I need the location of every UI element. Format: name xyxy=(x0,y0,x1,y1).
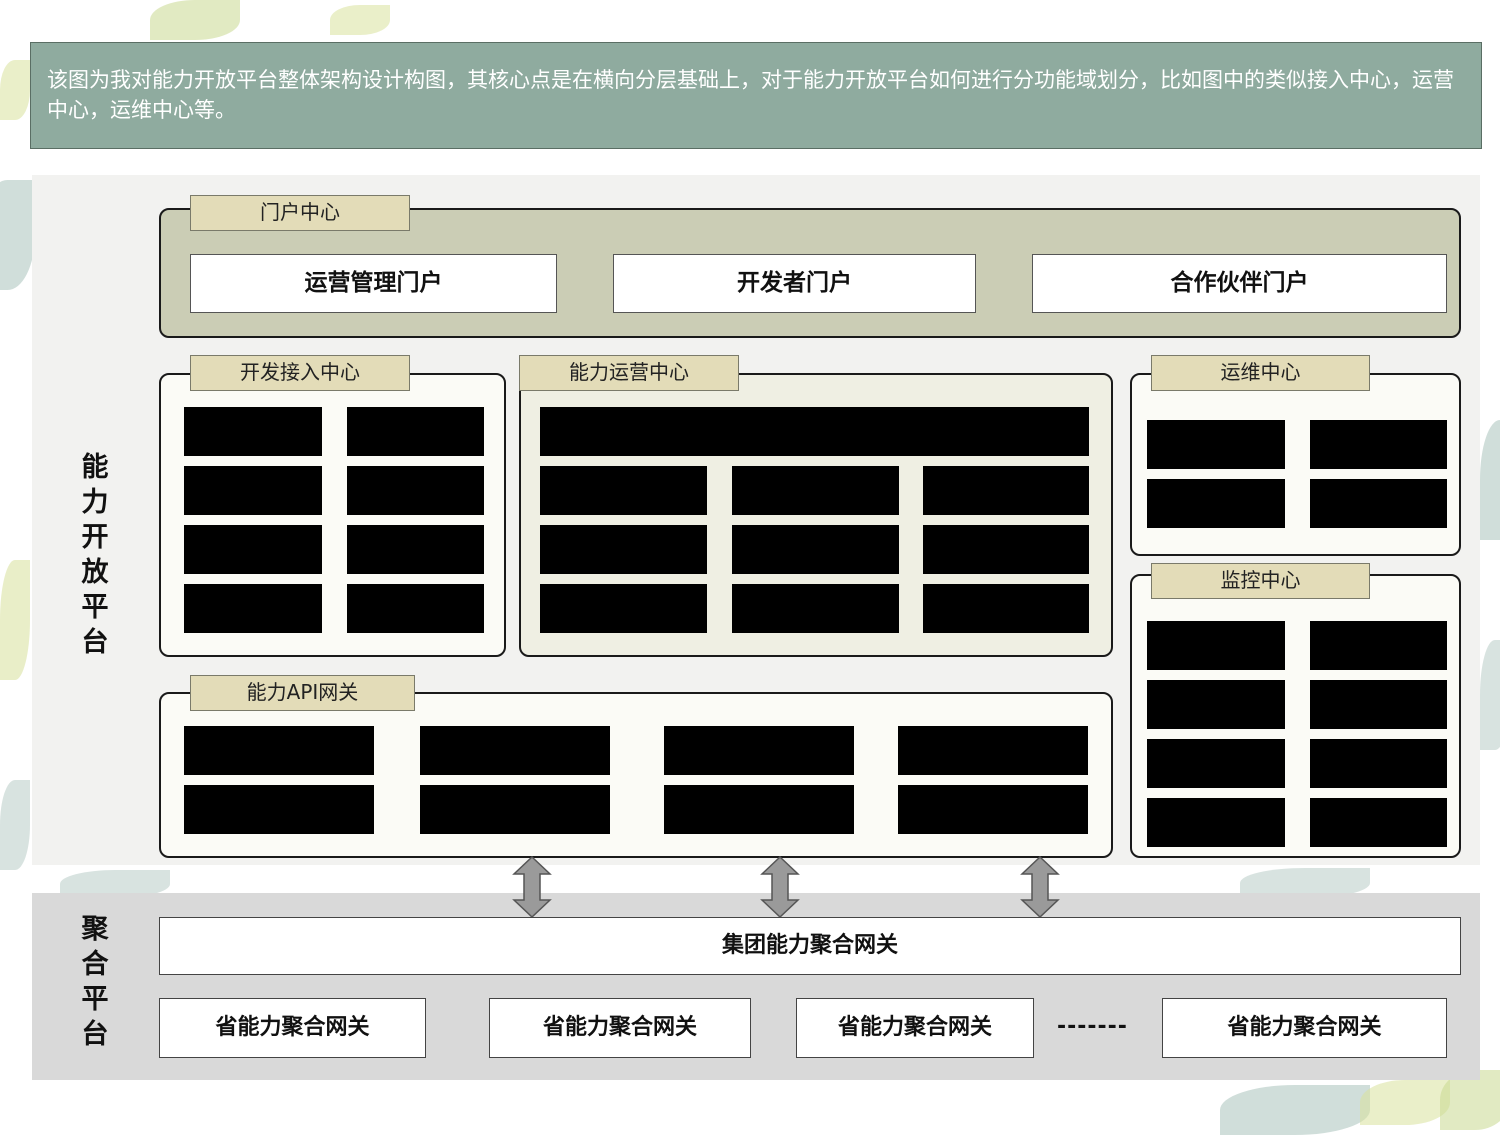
redacted-block xyxy=(732,525,899,574)
developer-portal: 开发者门户 xyxy=(613,254,976,313)
redacted-block xyxy=(540,525,707,574)
api-gateway-tag: 能力API网关 xyxy=(190,675,415,711)
redacted-block xyxy=(923,525,1089,574)
redacted-block xyxy=(184,466,322,515)
portal-center-tag: 门户中心 xyxy=(190,195,410,231)
provincial-gateway: 省能力聚合网关 xyxy=(1162,998,1447,1058)
leaf-decoration xyxy=(150,0,240,40)
redacted-block xyxy=(540,407,1089,456)
redacted-block xyxy=(898,785,1088,834)
redacted-block xyxy=(664,785,854,834)
redacted-block xyxy=(1147,479,1285,528)
double-arrow-icon xyxy=(760,856,800,918)
redacted-block xyxy=(1147,420,1285,469)
provincial-gateway: 省能力聚合网关 xyxy=(489,998,751,1058)
redacted-block xyxy=(420,785,610,834)
redacted-block xyxy=(1147,739,1285,788)
redacted-block xyxy=(898,726,1088,775)
banner-text: 该图为我对能力开放平台整体架构设计构图，其核心点是在横向分层基础上，对于能力开放… xyxy=(47,68,1454,122)
redacted-block xyxy=(1147,621,1285,670)
redacted-block xyxy=(1147,798,1285,847)
redacted-block xyxy=(347,407,484,456)
ops-center-tag: 运维中心 xyxy=(1151,355,1370,391)
ops-management-portal: 运营管理门户 xyxy=(190,254,557,313)
double-arrow-icon xyxy=(512,856,552,918)
ability-ops-center-tag: 能力运营中心 xyxy=(519,355,739,391)
description-banner: 该图为我对能力开放平台整体架构设计构图，其核心点是在横向分层基础上，对于能力开放… xyxy=(30,42,1482,149)
leaf-decoration xyxy=(1360,1080,1450,1125)
double-arrow-icon xyxy=(1020,856,1060,918)
redacted-block xyxy=(1310,798,1447,847)
provincial-gateway: 省能力聚合网关 xyxy=(796,998,1034,1058)
monitor-center-tag: 监控中心 xyxy=(1151,563,1370,599)
leaf-decoration xyxy=(0,560,30,680)
redacted-block xyxy=(923,584,1089,633)
leaf-decoration xyxy=(0,780,30,870)
redacted-block xyxy=(184,407,322,456)
leaf-decoration xyxy=(0,180,35,290)
redacted-block xyxy=(1310,621,1447,670)
leaf-decoration xyxy=(0,60,30,120)
aggregation-label: 聚合平台 xyxy=(81,914,109,1050)
redacted-block xyxy=(732,584,899,633)
partner-portal: 合作伙伴门户 xyxy=(1032,254,1447,313)
leaf-decoration xyxy=(1480,640,1500,750)
redacted-block xyxy=(540,466,707,515)
leaf-decoration xyxy=(330,5,390,35)
redacted-block xyxy=(184,525,322,574)
redacted-block xyxy=(1147,680,1285,729)
redacted-block xyxy=(184,584,322,633)
redacted-block xyxy=(347,584,484,633)
redacted-block xyxy=(184,785,374,834)
redacted-block xyxy=(347,466,484,515)
redacted-block xyxy=(347,525,484,574)
redacted-block xyxy=(1310,479,1447,528)
group-aggregation-gateway: 集团能力聚合网关 xyxy=(159,917,1461,975)
redacted-block xyxy=(1310,680,1447,729)
redacted-block xyxy=(1310,739,1447,788)
redacted-block xyxy=(664,726,854,775)
dev-access-center-tag: 开发接入中心 xyxy=(190,355,410,391)
redacted-block xyxy=(1310,420,1447,469)
leaf-decoration xyxy=(1220,1085,1370,1135)
redacted-block xyxy=(184,726,374,775)
ellipsis-dashes: ------- xyxy=(1057,1014,1128,1039)
provincial-gateway: 省能力聚合网关 xyxy=(159,998,426,1058)
leaf-decoration xyxy=(1480,420,1500,540)
redacted-block xyxy=(923,466,1089,515)
redacted-block xyxy=(732,466,899,515)
redacted-block xyxy=(420,726,610,775)
redacted-block xyxy=(540,584,707,633)
platform-label: 能力开放平台 xyxy=(81,452,109,658)
